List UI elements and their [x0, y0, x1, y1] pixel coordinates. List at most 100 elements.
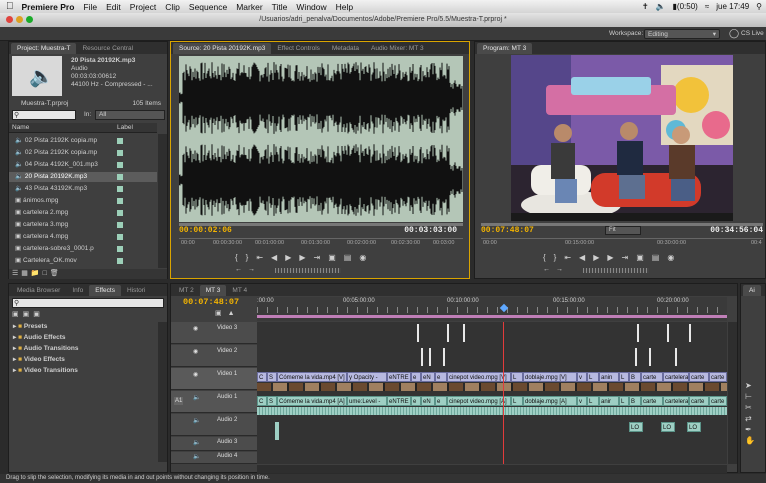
tree-item-audio-transitions[interactable]: ▸ ■ Audio Transitions [9, 344, 157, 354]
effects-scrollbar[interactable] [158, 322, 167, 462]
list-view-icon[interactable]: ☰ [12, 270, 21, 277]
apple-icon[interactable]:  [6, 1, 14, 12]
tree-item-presets[interactable]: ▸ ■ Presets [9, 322, 157, 332]
tree-item-video-transitions[interactable]: ▸ ■ Video Transitions [9, 366, 157, 376]
timeline-ruler[interactable]: :00:00 00:05:00:00 00:10:00:00 00:15:00:… [257, 297, 727, 321]
close-icon[interactable] [6, 16, 13, 23]
list-item[interactable]: ▣ cartelera-sobre3_0001.p [9, 244, 157, 254]
tab-mt2[interactable]: MT 2 [173, 285, 200, 296]
icon-view-icon[interactable]: ▦ [21, 270, 31, 277]
video1-clip[interactable]: C [257, 372, 267, 382]
tree-item-video-effects[interactable]: ▸ ■ Video Effects [9, 355, 157, 365]
video2-clip[interactable] [649, 348, 651, 366]
video1-clip[interactable]: eN [421, 372, 435, 382]
video3-clip[interactable] [447, 324, 449, 342]
yuv-effects-icon[interactable]: ▣ [33, 311, 44, 318]
video2-clip[interactable] [429, 348, 431, 366]
trash-icon[interactable]: 🗑 [50, 270, 62, 277]
menu-file[interactable]: File [83, 2, 97, 12]
tab-metadata[interactable]: Metadata [326, 43, 365, 54]
accelerated-effects-icon[interactable]: ▣ [12, 311, 23, 318]
go-to-in-icon[interactable]: ⇤ [564, 253, 579, 262]
list-item[interactable]: 🔈 04 Pista 4192K_001.mp3 [9, 160, 157, 170]
audio1-clip[interactable]: Cómeme la vida.mp4 [A] [277, 396, 347, 406]
fit-select[interactable]: Fit [605, 226, 641, 235]
video1-clip[interactable]: doblaje.mpg [V] [523, 372, 577, 382]
tab-mt3[interactable]: MT 3 [199, 285, 227, 296]
video1-clip[interactable]: L [511, 372, 523, 382]
menu-project[interactable]: Project [130, 2, 156, 12]
play-icon[interactable]: ▶ [593, 253, 607, 262]
insert-icon[interactable]: ▣ [328, 253, 344, 262]
audio1-clip[interactable]: L [619, 396, 629, 406]
audio1-clip[interactable]: carte [709, 396, 727, 406]
razor-tool-icon[interactable]: ✂ [745, 402, 765, 413]
menu-title[interactable]: Title [272, 2, 288, 12]
in-select[interactable]: All [95, 110, 165, 120]
video1-clip[interactable]: carte [689, 372, 709, 382]
audio1-clip[interactable]: cinepot video.mpg [A] [447, 396, 511, 406]
list-item[interactable]: 🔈 02 Pista 2192K copia.mp [9, 148, 157, 158]
eye-icon[interactable]: ◉ [193, 325, 198, 332]
jog-wheel[interactable] [275, 268, 341, 273]
audio2-clip[interactable]: LO [687, 422, 701, 432]
audio1-clip[interactable]: S [267, 396, 277, 406]
audio1-clip[interactable]: L [587, 396, 599, 406]
list-item[interactable]: ▣ cartelera 3.mpg [9, 220, 157, 230]
slip-tool-icon[interactable]: ⇄ [745, 413, 765, 424]
video2-clip[interactable] [421, 348, 423, 366]
step-forward-icon[interactable]: ▶ [607, 253, 621, 262]
shuttle-right-icon[interactable]: → [248, 266, 261, 273]
video2-clip[interactable] [675, 348, 677, 366]
volume-icon[interactable]: 🔈 [656, 2, 666, 11]
clock[interactable]: jue 17:49 [716, 2, 749, 11]
timeline-tracks-area[interactable]: C S Cómeme la vida.mp4 [V] y Opacity - e… [257, 322, 727, 464]
playhead-line[interactable] [503, 322, 504, 464]
ripple-edit-tool-icon[interactable]: ⊢ [745, 391, 765, 402]
project-scrollbar[interactable] [158, 134, 167, 268]
mark-in-icon[interactable]: { [543, 253, 554, 262]
go-to-in-icon[interactable]: ⇤ [256, 253, 271, 262]
mark-out-icon[interactable]: } [554, 253, 565, 262]
shuttle-left-icon[interactable]: ← [235, 266, 248, 273]
video1-clip[interactable]: cinepot video.mpg [V] [447, 372, 511, 382]
shuttle-left-icon[interactable]: ← [543, 266, 556, 273]
wifi-icon[interactable]: ≈ [705, 2, 709, 11]
list-item[interactable]: 🔈 43 Pista 43192K.mp3 [9, 184, 157, 194]
source-current-time[interactable]: 00:00:02:06 [179, 226, 232, 235]
audio2-clip[interactable]: LO [629, 422, 643, 432]
minimize-icon[interactable] [16, 16, 23, 23]
overwrite-icon[interactable]: ▤ [344, 253, 360, 262]
tree-item-audio-effects[interactable]: ▸ ■ Audio Effects [9, 333, 157, 343]
video1-clip[interactable]: eNTRE [387, 372, 411, 382]
step-forward-icon[interactable]: ▶ [299, 253, 313, 262]
speaker-icon[interactable]: 🔈 [193, 394, 200, 401]
speaker-icon[interactable]: 🔈 [193, 453, 200, 460]
menu-help[interactable]: Help [336, 2, 353, 12]
video3-clip[interactable] [637, 324, 639, 342]
app-name[interactable]: Premiere Pro [22, 2, 75, 12]
video2-clip[interactable] [443, 348, 445, 366]
audio1-clip[interactable]: e [435, 396, 447, 406]
audio1-clip[interactable]: ume:Level - [347, 396, 387, 406]
a1-target[interactable]: A1 [174, 397, 184, 405]
video1-clip[interactable]: v [577, 372, 587, 382]
audio1-clip[interactable]: eN [421, 396, 435, 406]
step-back-icon[interactable]: ◀ [579, 253, 593, 262]
cs-live-icon[interactable]: ◯ [729, 28, 739, 39]
new-item-icon[interactable]: □ [43, 270, 50, 277]
snap-icon[interactable]: ▣ [215, 310, 228, 317]
video2-clip[interactable] [635, 348, 637, 366]
eye-icon[interactable]: ◉ [193, 348, 198, 355]
list-item[interactable]: 🔈 02 Pista 2192K copia.mp [9, 136, 157, 146]
audio1-clip[interactable]: e [411, 396, 421, 406]
video1-clip[interactable]: B [629, 372, 641, 382]
step-back-icon[interactable]: ◀ [271, 253, 285, 262]
selection-tool-icon[interactable]: ➤ [745, 380, 765, 391]
audio2-clip[interactable]: LO [661, 422, 675, 432]
video3-clip[interactable] [463, 324, 465, 342]
video3-clip[interactable] [667, 324, 669, 342]
go-to-out-icon[interactable]: ⇥ [314, 253, 329, 262]
bluetooth-icon[interactable]: ✝ [642, 2, 649, 11]
col-label[interactable]: Label [117, 124, 133, 131]
